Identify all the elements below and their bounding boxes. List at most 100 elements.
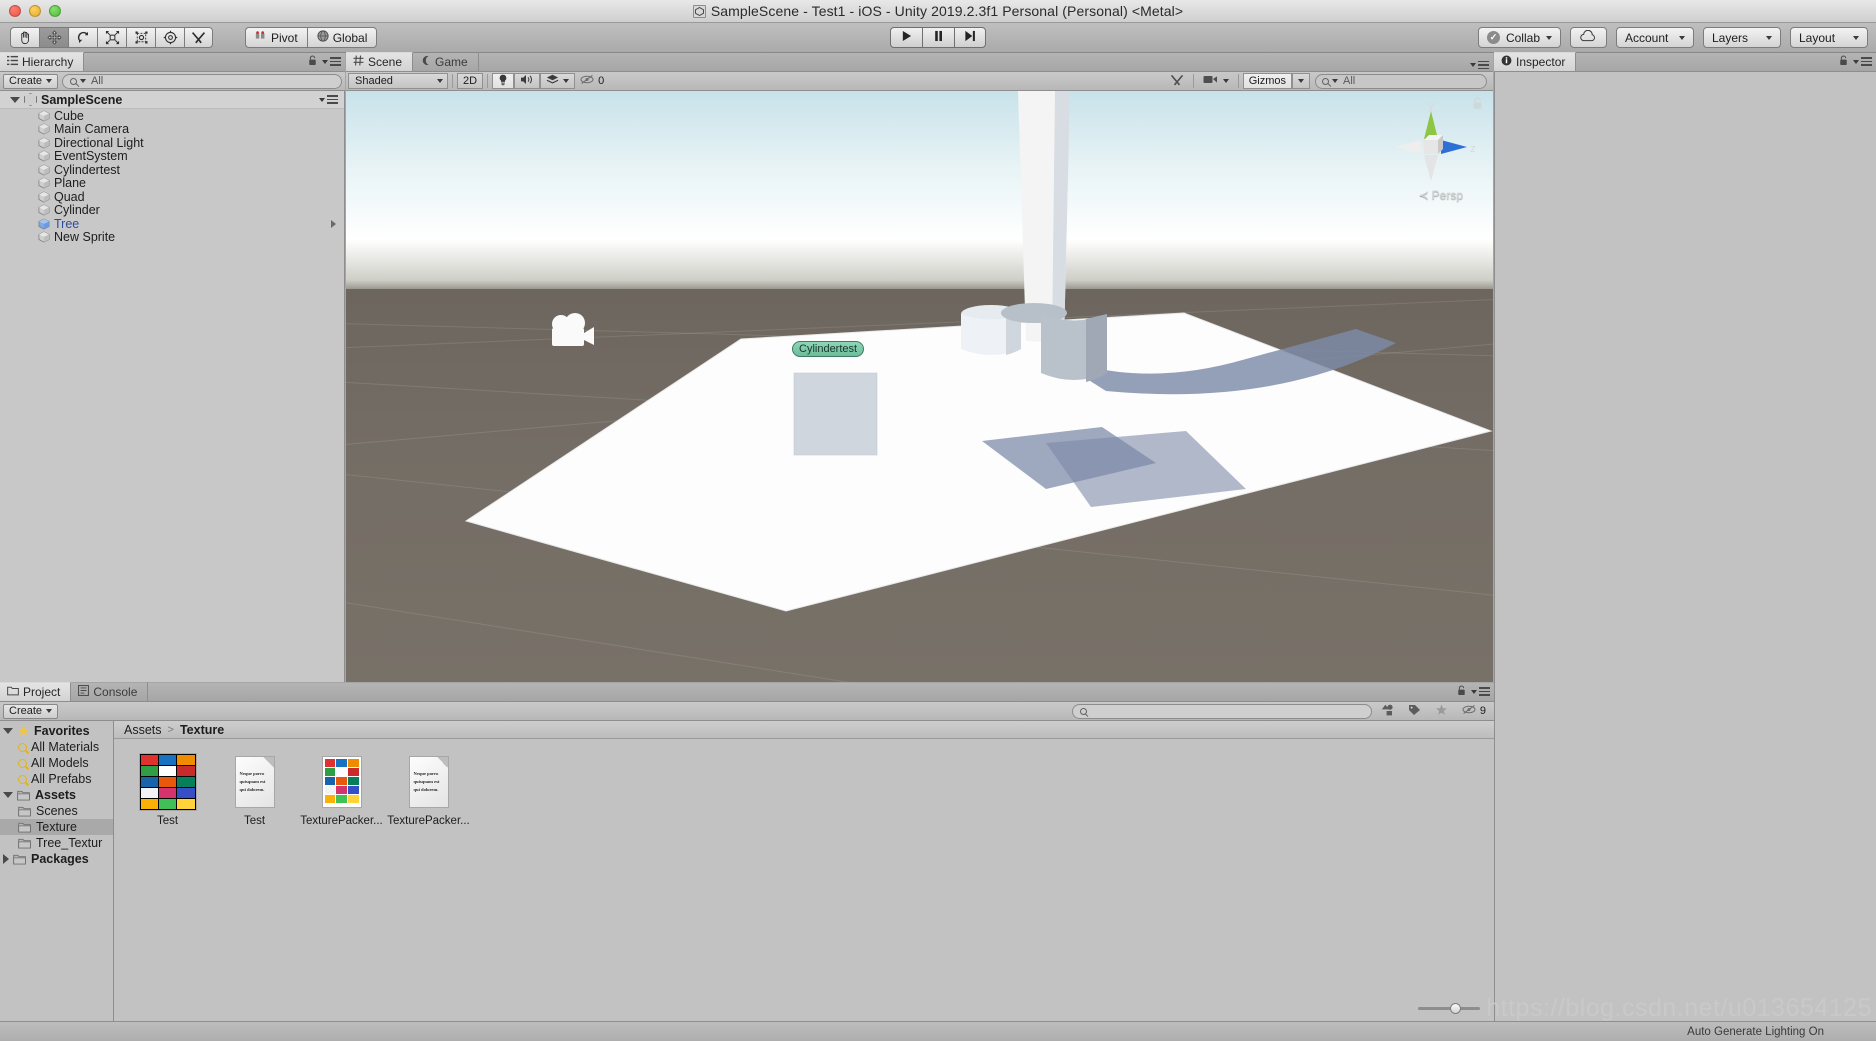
- window-title: SampleScene - Test1 - iOS - Unity 2019.2…: [0, 3, 1876, 19]
- account-button[interactable]: Account: [1616, 27, 1694, 48]
- scene-search-input[interactable]: All: [1315, 73, 1487, 89]
- scene-tools-button[interactable]: [1165, 73, 1189, 89]
- lock-icon[interactable]: [308, 54, 317, 69]
- hand-tool-button[interactable]: [10, 27, 39, 48]
- cloud-services-button[interactable]: [1570, 27, 1607, 48]
- hierarchy-item-main-camera[interactable]: Main Camera: [0, 122, 344, 136]
- scene-object-label[interactable]: Cylindertest: [792, 341, 865, 357]
- slider-knob[interactable]: [1450, 1002, 1461, 1014]
- tab-console[interactable]: Console: [71, 682, 149, 701]
- hamburger-icon[interactable]: [322, 57, 341, 66]
- project-hidden-toggle[interactable]: 9: [1457, 703, 1491, 719]
- chevron-down-icon[interactable]: [3, 792, 13, 798]
- project-tree-item-assets[interactable]: Assets: [0, 787, 113, 803]
- hierarchy-item-label: Plane: [54, 176, 86, 191]
- asset-zoom-slider[interactable]: [1418, 1001, 1480, 1015]
- pivot-button[interactable]: Pivot: [245, 27, 307, 48]
- hierarchy-tree[interactable]: SampleScene Cube Main Camera Directional…: [0, 91, 345, 682]
- project-create-button[interactable]: Create: [3, 703, 59, 719]
- chevron-right-icon[interactable]: [331, 219, 336, 228]
- scene-audio-toggle[interactable]: [514, 73, 541, 89]
- 2d-toggle-button[interactable]: 2D: [457, 73, 484, 89]
- hierarchy-scene-root[interactable]: SampleScene: [0, 91, 344, 109]
- scene-viewport[interactable]: Cylindertest y z ≺ Persp: [346, 91, 1493, 682]
- 2d-label: 2D: [463, 75, 478, 87]
- hierarchy-item-directional-light[interactable]: Directional Light: [0, 136, 344, 150]
- scene-orientation-gizmo[interactable]: y z: [1383, 99, 1479, 195]
- rotate-tool-button[interactable]: [68, 27, 97, 48]
- tab-inspector[interactable]: Inspector: [1494, 52, 1577, 71]
- asset-thumbnail[interactable]: [138, 753, 197, 811]
- scene-gizmo-lock-icon[interactable]: [1472, 97, 1483, 113]
- asset-item[interactable]: TexturePacker...: [300, 753, 383, 827]
- main-camera-gizmo-icon[interactable]: [546, 313, 598, 356]
- tab-scene[interactable]: Scene: [346, 52, 414, 71]
- hierarchy-item-plane[interactable]: Plane: [0, 176, 344, 191]
- collab-button[interactable]: ✓ Collab: [1477, 27, 1561, 48]
- lock-icon[interactable]: [1839, 54, 1848, 69]
- global-button[interactable]: Global: [306, 27, 378, 48]
- pause-button[interactable]: [922, 27, 954, 48]
- chevron-right-icon[interactable]: [3, 854, 9, 864]
- project-tree-item-all-materials[interactable]: All Materials: [0, 739, 113, 755]
- scene-camera-button[interactable]: [1198, 73, 1234, 89]
- document-preview-text: Neque porro quisquam est qui dolorem.: [413, 771, 440, 792]
- chevron-down-icon[interactable]: [3, 728, 13, 734]
- project-tree-item-tree_textur[interactable]: Tree_Textur: [0, 835, 113, 851]
- hierarchy-item-eventsystem[interactable]: EventSystem: [0, 149, 344, 163]
- project-tree-item-favorites[interactable]: Favorites: [0, 723, 113, 739]
- filter-by-favorite-button[interactable]: [1430, 703, 1453, 719]
- breadcrumb-root[interactable]: Assets: [124, 723, 162, 737]
- hamburger-icon[interactable]: [1471, 687, 1490, 696]
- layers-button[interactable]: Layers: [1703, 27, 1781, 48]
- asset-thumbnail[interactable]: Neque porro quisquam est qui dolorem.: [400, 753, 458, 811]
- hamburger-icon[interactable]: [1853, 57, 1872, 66]
- chevron-down-icon[interactable]: [10, 96, 20, 103]
- step-button[interactable]: [954, 27, 986, 48]
- layout-button[interactable]: Layout: [1790, 27, 1868, 48]
- tab-game[interactable]: Game: [413, 52, 479, 71]
- hierarchy-item-cube[interactable]: Cube: [0, 109, 344, 123]
- gizmos-dropdown[interactable]: [1292, 73, 1310, 89]
- project-folder-tree[interactable]: Favorites All Materials All Models All Pref…: [0, 721, 114, 1021]
- asset-thumbnail[interactable]: [313, 753, 371, 811]
- hierarchy-item-cylindertest[interactable]: Cylindertest: [0, 163, 344, 177]
- project-tree-item-all-prefabs[interactable]: All Prefabs: [0, 771, 113, 787]
- asset-item[interactable]: Test: [130, 753, 205, 827]
- scene-hidden-objects-toggle[interactable]: 0: [575, 73, 609, 89]
- hierarchy-search-input[interactable]: All: [62, 73, 342, 89]
- hierarchy-item-new-sprite[interactable]: New Sprite: [0, 230, 344, 244]
- hierarchy-create-button[interactable]: Create: [3, 73, 59, 89]
- project-tree-item-scenes[interactable]: Scenes: [0, 803, 113, 819]
- asset-item[interactable]: Neque porro quisquam est qui dolorem. Tes…: [217, 753, 292, 827]
- scene-projection-mode[interactable]: ≺ Persp: [1419, 188, 1463, 202]
- transform-tool-button[interactable]: [155, 27, 184, 48]
- project-tree-item-texture[interactable]: Texture: [0, 819, 113, 835]
- asset-grid[interactable]: Test Neque porro quisquam est qui dolorem…: [114, 739, 1494, 827]
- custom-tool-button[interactable]: [184, 27, 213, 48]
- rect-transform-tool-button[interactable]: [126, 27, 155, 48]
- scale-tool-button[interactable]: [97, 27, 126, 48]
- breadcrumb: Assets > Texture: [114, 721, 1494, 739]
- filter-by-type-button[interactable]: [1376, 703, 1399, 719]
- asset-item[interactable]: Neque porro quisquam est qui dolorem. Tex…: [387, 753, 470, 827]
- play-button[interactable]: [890, 27, 922, 48]
- scene-fx-dropdown[interactable]: [540, 73, 576, 89]
- hierarchy-item-tree[interactable]: Tree: [0, 217, 344, 231]
- move-tool-button[interactable]: [39, 27, 68, 48]
- project-tree-item-packages[interactable]: Packages: [0, 851, 113, 867]
- filter-by-label-button[interactable]: [1403, 703, 1426, 719]
- tab-hierarchy[interactable]: Hierarchy: [0, 52, 85, 71]
- lock-icon[interactable]: [1457, 684, 1466, 699]
- scene-context-menu-icon[interactable]: [319, 95, 338, 104]
- project-tree-item-all-models[interactable]: All Models: [0, 755, 113, 771]
- project-search-input[interactable]: [1071, 703, 1372, 719]
- hierarchy-item-cylinder[interactable]: Cylinder: [0, 203, 344, 217]
- asset-thumbnail[interactable]: Neque porro quisquam est qui dolorem.: [226, 753, 284, 811]
- hamburger-icon[interactable]: [1470, 60, 1489, 69]
- scene-lighting-toggle[interactable]: [492, 73, 515, 89]
- tab-project[interactable]: Project: [0, 682, 72, 701]
- shading-mode-dropdown[interactable]: Shaded: [348, 73, 448, 89]
- hierarchy-item-quad[interactable]: Quad: [0, 190, 344, 204]
- gizmos-toggle-button[interactable]: Gizmos: [1242, 73, 1292, 89]
